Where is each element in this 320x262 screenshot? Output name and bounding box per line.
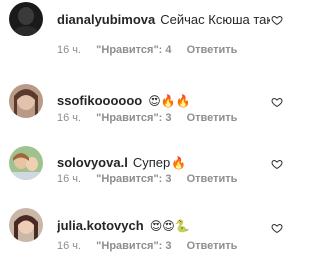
comment-emojis: 😍😍🐍 xyxy=(149,219,190,233)
comment-line: dianalyubimova Сейчас Ксюша такая - не по… xyxy=(57,12,270,28)
likes-count[interactable]: "Нравится": 4 xyxy=(96,44,171,56)
comment-emojis: 😍🔥🔥 xyxy=(148,94,191,108)
avatar[interactable] xyxy=(9,84,43,118)
avatar[interactable] xyxy=(9,208,43,242)
username-link[interactable]: solovyova.l xyxy=(57,155,128,170)
likes-count[interactable]: "Нравится": 3 xyxy=(96,173,171,185)
heart-icon[interactable] xyxy=(271,222,283,234)
reply-button[interactable]: Ответить xyxy=(187,240,238,252)
comment-time[interactable]: 16 ч. xyxy=(57,240,81,252)
comment-text: Супер xyxy=(132,155,171,170)
comment-emojis: 🔥 xyxy=(171,156,187,170)
likes-count[interactable]: "Нравится": 3 xyxy=(96,240,171,252)
comment-meta: 16 ч. "Нравится": 3 Ответить xyxy=(57,172,249,186)
avatar[interactable] xyxy=(9,146,43,180)
comment-item: solovyova.l Супер🔥 16 ч. "Нравится": 3 От… xyxy=(0,138,296,202)
heart-icon[interactable] xyxy=(271,14,283,26)
heart-icon[interactable] xyxy=(271,96,283,108)
avatar[interactable] xyxy=(9,2,43,36)
comment-line: julia.kotovych 😍😍🐍 xyxy=(57,218,270,234)
comment-item: julia.kotovych 😍😍🐍 16 ч. "Нравится": 3 От… xyxy=(0,198,296,262)
comment-meta: 16 ч. "Нравится": 4 Ответить xyxy=(57,43,249,57)
comment-line: solovyova.l Супер🔥 xyxy=(57,155,270,171)
heart-icon[interactable] xyxy=(271,158,283,170)
username-link[interactable]: dianalyubimova xyxy=(57,12,155,27)
reply-button[interactable]: Ответить xyxy=(187,173,238,185)
comment-item: dianalyubimova Сейчас Ксюша такая - не по… xyxy=(0,0,296,64)
comment-text: Сейчас Ксюша такая - не понял xyxy=(160,12,270,27)
comment-meta: 16 ч. "Нравится": 3 Ответить xyxy=(57,111,249,125)
comment-time[interactable]: 16 ч. xyxy=(57,112,81,124)
reply-button[interactable]: Ответить xyxy=(187,112,238,124)
comment-line: ssofikoooooo 😍🔥🔥 xyxy=(57,93,270,109)
likes-count[interactable]: "Нравится": 3 xyxy=(96,112,171,124)
comment-meta: 16 ч. "Нравится": 3 Ответить xyxy=(57,239,249,253)
username-link[interactable]: julia.kotovych xyxy=(57,218,144,233)
username-link[interactable]: ssofikoooooo xyxy=(57,93,142,108)
comment-item: ssofikoooooo 😍🔥🔥 16 ч. "Нравится": 3 Отве… xyxy=(0,76,296,140)
comment-time[interactable]: 16 ч. xyxy=(57,173,81,185)
comment-time[interactable]: 16 ч. xyxy=(57,44,81,56)
reply-button[interactable]: Ответить xyxy=(187,44,238,56)
